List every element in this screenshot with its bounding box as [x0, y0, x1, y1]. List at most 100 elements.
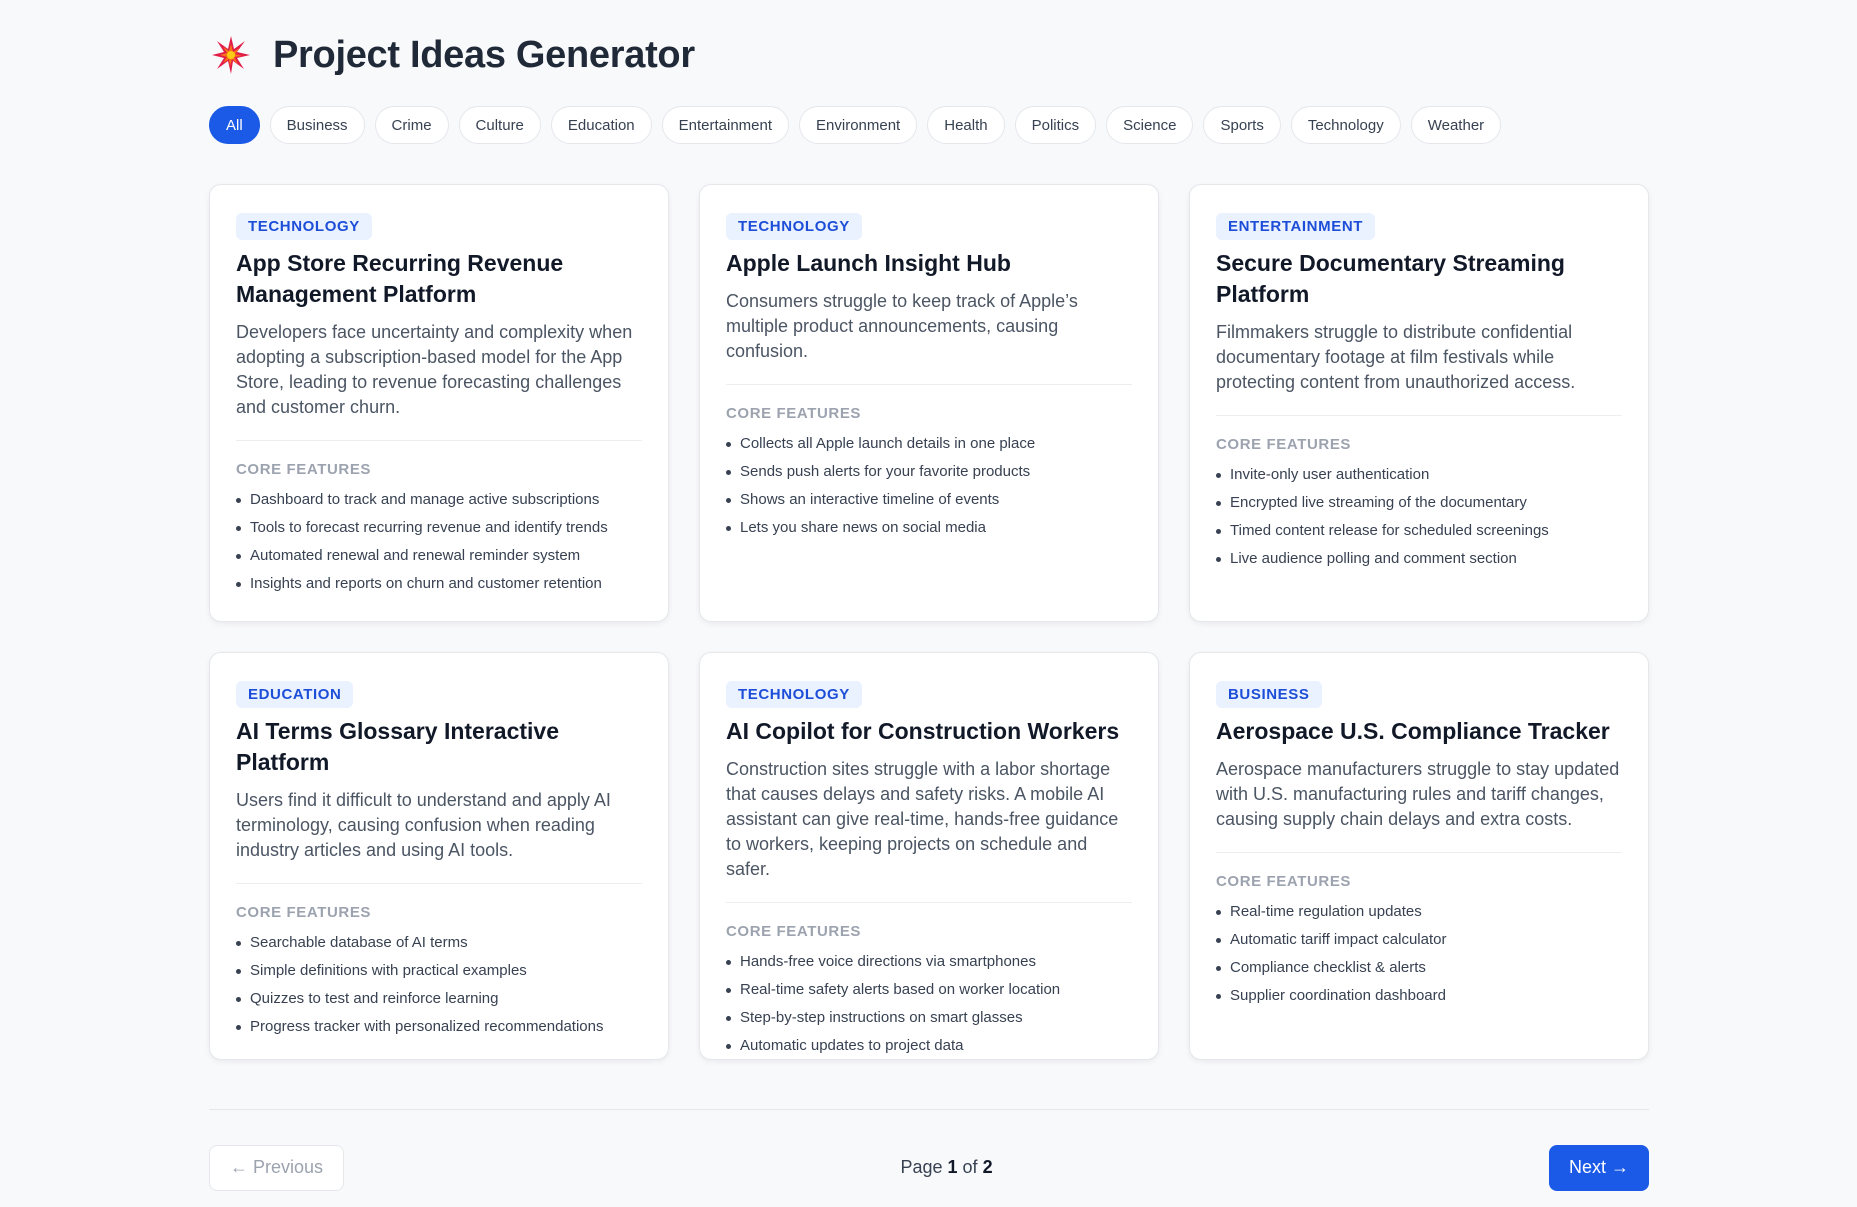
- feature-text: Progress tracker with personalized recom…: [250, 1018, 604, 1035]
- filter-chip-technology[interactable]: Technology: [1290, 106, 1401, 144]
- idea-title: Apple Launch Insight Hub: [726, 250, 1011, 276]
- bullet-icon: [726, 469, 731, 475]
- current-page: 1: [947, 1157, 958, 1177]
- feature-item: Timed content release for scheduled scre…: [1216, 517, 1622, 545]
- feature-text: Automated renewal and renewal reminder s…: [250, 547, 581, 564]
- feature-item: Dashboard to track and manage active sub…: [236, 486, 642, 514]
- feature-text: Supplier coordination dashboard: [1230, 987, 1446, 1004]
- total-pages: 2: [982, 1157, 993, 1177]
- filter-chip-culture[interactable]: Culture: [458, 106, 541, 144]
- page-indicator: Page 1 of 2: [900, 1157, 992, 1178]
- idea-card[interactable]: ENTERTAINMENT Secure Documentary Streami…: [1189, 184, 1649, 622]
- bullet-icon: [726, 959, 731, 965]
- bullet-icon: [236, 996, 241, 1002]
- feature-list: Hands-free voice directions via smartpho…: [726, 948, 1132, 1060]
- idea-description: Consumers struggle to keep track of Appl…: [726, 289, 1132, 385]
- idea-card[interactable]: EDUCATION AI Terms Glossary Interactive …: [209, 652, 669, 1060]
- feature-text: Live audience polling and comment sectio…: [1230, 550, 1517, 567]
- feature-text: Shows an interactive timeline of events: [740, 491, 1000, 508]
- next-page-button[interactable]: Next →: [1548, 1144, 1649, 1191]
- bullet-icon: [1216, 937, 1221, 943]
- category-badge: EDUCATION: [236, 681, 354, 708]
- idea-title: Secure Documentary Streaming Platform: [1216, 250, 1565, 307]
- previous-page-button[interactable]: ← Previous: [209, 1144, 345, 1191]
- idea-description: Filmmakers struggle to distribute confid…: [1216, 320, 1622, 416]
- feature-item: Lets you share news on social media: [726, 514, 1132, 542]
- bullet-icon: [1216, 528, 1221, 534]
- sparkle-icon: [209, 33, 253, 77]
- filter-chip-crime[interactable]: Crime: [374, 106, 449, 144]
- filter-chip-education[interactable]: Education: [550, 106, 652, 144]
- feature-text: Real-time regulation updates: [1230, 903, 1422, 920]
- filter-chip-weather[interactable]: Weather: [1410, 106, 1502, 144]
- feature-item: Progress tracker with personalized recom…: [236, 1013, 642, 1041]
- bullet-icon: [726, 1043, 731, 1049]
- filter-chip-entertainment[interactable]: Entertainment: [661, 106, 790, 144]
- feature-item: Step-by-step instructions on smart glass…: [726, 1004, 1132, 1032]
- feature-list: Dashboard to track and manage active sub…: [236, 486, 642, 598]
- feature-text: Automatic tariff impact calculator: [1230, 931, 1447, 948]
- feature-list: Real-time regulation updates Automatic t…: [1216, 898, 1622, 1010]
- bullet-icon: [1216, 909, 1221, 915]
- bullet-icon: [236, 1024, 241, 1030]
- feature-item: Searchable database of AI terms: [236, 929, 642, 957]
- bullet-icon: [1216, 556, 1221, 562]
- bullet-icon: [236, 497, 241, 503]
- core-features-heading: CORE FEATURES: [236, 904, 372, 921]
- feature-item: Live audience polling and comment sectio…: [1216, 545, 1622, 573]
- filter-chip-business[interactable]: Business: [269, 106, 365, 144]
- bullet-icon: [726, 1015, 731, 1021]
- feature-item: Supplier coordination dashboard: [1216, 982, 1622, 1010]
- feature-list: Collects all Apple launch details in one…: [726, 430, 1132, 542]
- core-features-heading: CORE FEATURES: [236, 461, 372, 478]
- feature-item: Simple definitions with practical exampl…: [236, 957, 642, 985]
- page-title: Project Ideas Generator: [273, 33, 695, 76]
- bullet-icon: [1216, 472, 1221, 478]
- feature-text: Automatic updates to project data: [740, 1037, 964, 1054]
- idea-card[interactable]: TECHNOLOGY Apple Launch Insight Hub Cons…: [699, 184, 1159, 622]
- feature-text: Lets you share news on social media: [740, 519, 986, 536]
- core-features-heading: CORE FEATURES: [1216, 873, 1352, 890]
- feature-item: Collects all Apple launch details in one…: [726, 430, 1132, 458]
- feature-text: Timed content release for scheduled scre…: [1230, 522, 1549, 539]
- filter-chip-sports[interactable]: Sports: [1203, 106, 1281, 144]
- filter-chip-health[interactable]: Health: [927, 106, 1005, 144]
- feature-text: Step-by-step instructions on smart glass…: [740, 1009, 1023, 1026]
- feature-list: Invite-only user authentication Encrypte…: [1216, 461, 1622, 573]
- filter-chip-politics[interactable]: Politics: [1014, 106, 1097, 144]
- feature-item: Invite-only user authentication: [1216, 461, 1622, 489]
- feature-item: Automated renewal and renewal reminder s…: [236, 542, 642, 570]
- core-features-heading: CORE FEATURES: [1216, 436, 1352, 453]
- category-badge: TECHNOLOGY: [236, 213, 372, 240]
- page-header: Project Ideas Generator: [209, 0, 1649, 110]
- bullet-icon: [726, 441, 731, 447]
- bullet-icon: [236, 581, 241, 587]
- page-prefix: Page: [900, 1157, 943, 1177]
- bullet-icon: [726, 497, 731, 503]
- filter-chip-environment[interactable]: Environment: [799, 106, 918, 144]
- idea-description: Users find it difficult to understand an…: [236, 788, 642, 884]
- filter-chip-all[interactable]: All: [209, 106, 260, 144]
- feature-text: Insights and reports on churn and custom…: [250, 575, 602, 592]
- idea-card[interactable]: TECHNOLOGY AI Copilot for Construction W…: [699, 652, 1159, 1060]
- feature-item: Tools to forecast recurring revenue and …: [236, 514, 642, 542]
- category-badge: TECHNOLOGY: [726, 213, 862, 240]
- idea-title: App Store Recurring Revenue Management P…: [236, 250, 564, 307]
- bullet-icon: [726, 525, 731, 531]
- feature-text: Real-time safety alerts based on worker …: [740, 981, 1061, 998]
- feature-item: Automatic updates to project data: [726, 1032, 1132, 1060]
- core-features-heading: CORE FEATURES: [726, 405, 862, 422]
- core-features-heading: CORE FEATURES: [726, 923, 862, 940]
- feature-text: Compliance checklist & alerts: [1230, 959, 1426, 976]
- idea-description: Aerospace manufacturers struggle to stay…: [1216, 757, 1622, 853]
- filter-chip-science[interactable]: Science: [1106, 106, 1194, 144]
- idea-card[interactable]: TECHNOLOGY App Store Recurring Revenue M…: [209, 184, 669, 622]
- bullet-icon: [236, 525, 241, 531]
- idea-card[interactable]: BUSINESS Aerospace U.S. Compliance Track…: [1189, 652, 1649, 1060]
- feature-item: Insights and reports on churn and custom…: [236, 570, 642, 598]
- category-badge: ENTERTAINMENT: [1216, 213, 1376, 240]
- feature-text: Sends push alerts for your favorite prod…: [740, 463, 1031, 480]
- bullet-icon: [236, 940, 241, 946]
- feature-text: Invite-only user authentication: [1230, 466, 1430, 483]
- feature-text: Dashboard to track and manage active sub…: [250, 491, 600, 508]
